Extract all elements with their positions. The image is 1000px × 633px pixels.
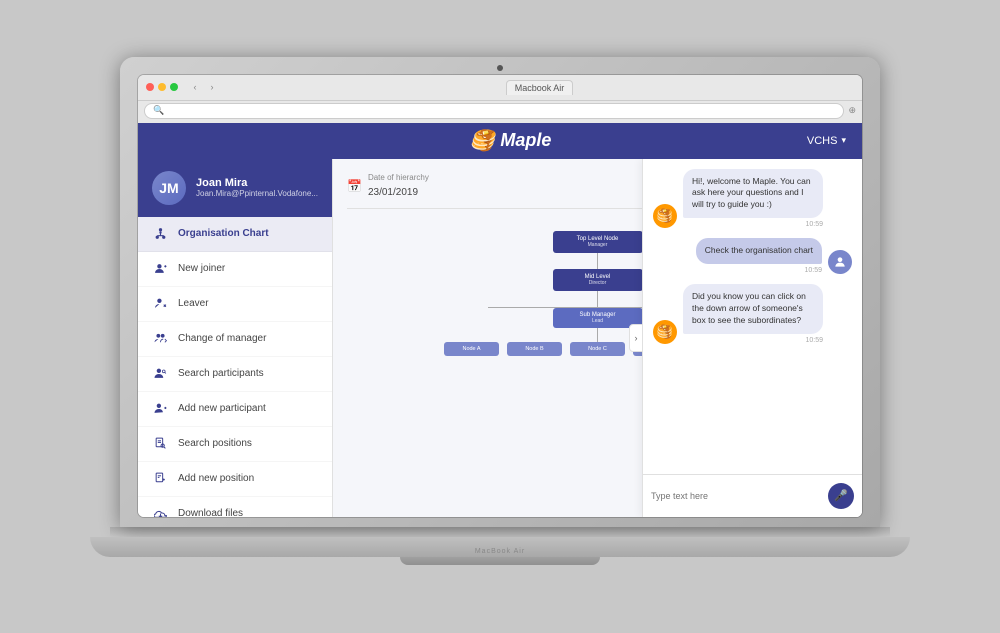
avatar: JM — [152, 171, 186, 205]
sidebar-label-add-position: Add new position — [178, 473, 254, 484]
org-chart-icon — [152, 226, 168, 242]
add-participant-icon — [152, 401, 168, 417]
calendar-icon: 📅 — [347, 179, 362, 193]
user-name: Joan Mira — [196, 177, 318, 189]
sidebar-item-leaver[interactable]: Leaver — [138, 287, 332, 322]
logo-text: Maple — [500, 130, 551, 151]
laptop-base: MacBook Air — [90, 537, 910, 557]
user-avatar-chat — [828, 250, 852, 274]
back-button[interactable]: ‹ — [188, 80, 202, 94]
browser-tab-bar: Macbook Air — [225, 80, 854, 95]
search-participants-icon — [152, 366, 168, 382]
forward-button[interactable]: › — [205, 80, 219, 94]
user-profile: JM Joan Mira Joan.Mira@Ppinternal.Vodafo… — [138, 159, 332, 217]
sidebar-label-search-positions: Search positions — [178, 438, 252, 449]
change-manager-icon — [152, 331, 168, 347]
mic-button[interactable]: 🎤 — [828, 483, 854, 509]
sidebar-label-search-participants: Search participants — [178, 368, 264, 379]
url-input[interactable]: 🔍 — [144, 103, 844, 119]
laptop-hinge — [110, 527, 890, 537]
leaver-icon — [152, 296, 168, 312]
sidebar-label-org-chart: Organisation Chart — [178, 228, 269, 239]
search-icon: 🔍 — [153, 105, 164, 116]
sidebar-item-add-position[interactable]: Add new position — [138, 462, 332, 497]
traffic-light-green[interactable] — [170, 83, 178, 91]
date-label: Date of hierarchy — [368, 173, 429, 182]
sidebar-item-download-files[interactable]: Download files — [138, 497, 332, 517]
chat-expand-button[interactable]: › — [629, 324, 643, 352]
sidebar-label-download-files: Download files — [178, 508, 243, 517]
chevron-down-icon: ▾ — [841, 135, 846, 146]
app-logo: 🥞 Maple — [469, 128, 551, 153]
browser-chrome: ‹ › Macbook Air — [138, 75, 862, 101]
org-node-l3[interactable]: Node C — [570, 342, 625, 356]
org-node-l1[interactable]: Node A — [444, 342, 499, 356]
bot-avatar-1: 🥞 — [653, 204, 677, 228]
browser-window: ‹ › Macbook Air 🔍 ⊕ 🥞 — [138, 75, 862, 517]
add-position-icon — [152, 471, 168, 487]
org-node-l2[interactable]: Node B — [507, 342, 562, 356]
new-joiner-icon — [152, 261, 168, 277]
browser-tab[interactable]: Macbook Air — [506, 80, 574, 95]
header-org-selector[interactable]: VCHS ▾ — [807, 135, 846, 147]
chat-bubble-bot-2: Did you know you can click on the down a… — [683, 284, 823, 334]
traffic-lights — [146, 83, 178, 91]
traffic-light-yellow[interactable] — [158, 83, 166, 91]
chat-text-input[interactable] — [651, 491, 822, 501]
chat-time-2: 10:59 — [696, 267, 822, 274]
date-value: 23/01/2019 — [368, 187, 418, 198]
chat-message-bot-1: 🥞 Hi!, welcome to Maple. You can ask her… — [653, 169, 852, 229]
sidebar-item-org-chart[interactable]: Organisation Chart — [138, 217, 332, 252]
logo-icon: 🥞 — [469, 128, 494, 153]
chat-message-user-1: Check the organisation chart 10:59 — [653, 238, 852, 274]
macbook-label: MacBook Air — [475, 548, 525, 555]
sidebar-item-change-manager[interactable]: Change of manager — [138, 322, 332, 357]
sidebar-item-search-positions[interactable]: Search positions — [138, 427, 332, 462]
org-connector — [597, 253, 598, 269]
sidebar: JM Joan Mira Joan.Mira@Ppinternal.Vodafo… — [138, 159, 333, 517]
org-node-top[interactable]: Top Level NodeManager — [553, 231, 643, 253]
download-files-icon — [152, 506, 168, 517]
chat-message-bot-2: 🥞 Did you know you can click on the down… — [653, 284, 852, 344]
search-positions-icon — [152, 436, 168, 452]
chat-time-1: 10:59 — [683, 221, 823, 228]
camera-dot — [497, 65, 503, 71]
chat-panel: › 🥞 Hi!, welcome to Maple. You can ask h… — [642, 159, 862, 517]
sidebar-label-leaver: Leaver — [178, 298, 209, 309]
sidebar-label-change-manager: Change of manager — [178, 333, 266, 344]
org-node-mid[interactable]: Mid LevelDirector — [553, 269, 643, 291]
user-info: Joan Mira Joan.Mira@Ppinternal.Vodafone.… — [196, 177, 318, 198]
main-layout: JM Joan Mira Joan.Mira@Ppinternal.Vodafo… — [138, 159, 862, 517]
sidebar-item-search-participants[interactable]: Search participants — [138, 357, 332, 392]
chat-bubble-user-1: Check the organisation chart — [696, 238, 822, 264]
header-org-name: VCHS — [807, 135, 838, 147]
chat-bubble-bot-1: Hi!, welcome to Maple. You can ask here … — [683, 169, 823, 219]
browser-nav: ‹ › — [188, 80, 219, 94]
sidebar-item-new-joiner[interactable]: New joiner — [138, 252, 332, 287]
address-bar: 🔍 ⊕ — [138, 101, 862, 123]
app-header: 🥞 Maple VCHS ▾ — [138, 123, 862, 159]
user-email: Joan.Mira@Ppinternal.Vodafone... — [196, 189, 318, 198]
mic-icon: 🎤 — [834, 489, 848, 502]
traffic-light-red[interactable] — [146, 83, 154, 91]
address-search-icon: ⊕ — [848, 105, 856, 116]
bot-avatar-2: 🥞 — [653, 320, 677, 344]
org-connector-2 — [597, 291, 598, 307]
chat-input-area: 🎤 — [643, 474, 862, 517]
content-area: 📅 Date of hierarchy 23/01/2019 Top Level… — [333, 159, 862, 517]
sidebar-item-add-participant[interactable]: Add new participant — [138, 392, 332, 427]
chat-messages: 🥞 Hi!, welcome to Maple. You can ask her… — [643, 159, 862, 474]
app-content: 🥞 Maple VCHS ▾ JM Joa — [138, 123, 862, 517]
sidebar-label-add-participant: Add new participant — [178, 403, 266, 414]
sidebar-label-new-joiner: New joiner — [178, 263, 225, 274]
chat-time-3: 10:59 — [683, 337, 823, 344]
